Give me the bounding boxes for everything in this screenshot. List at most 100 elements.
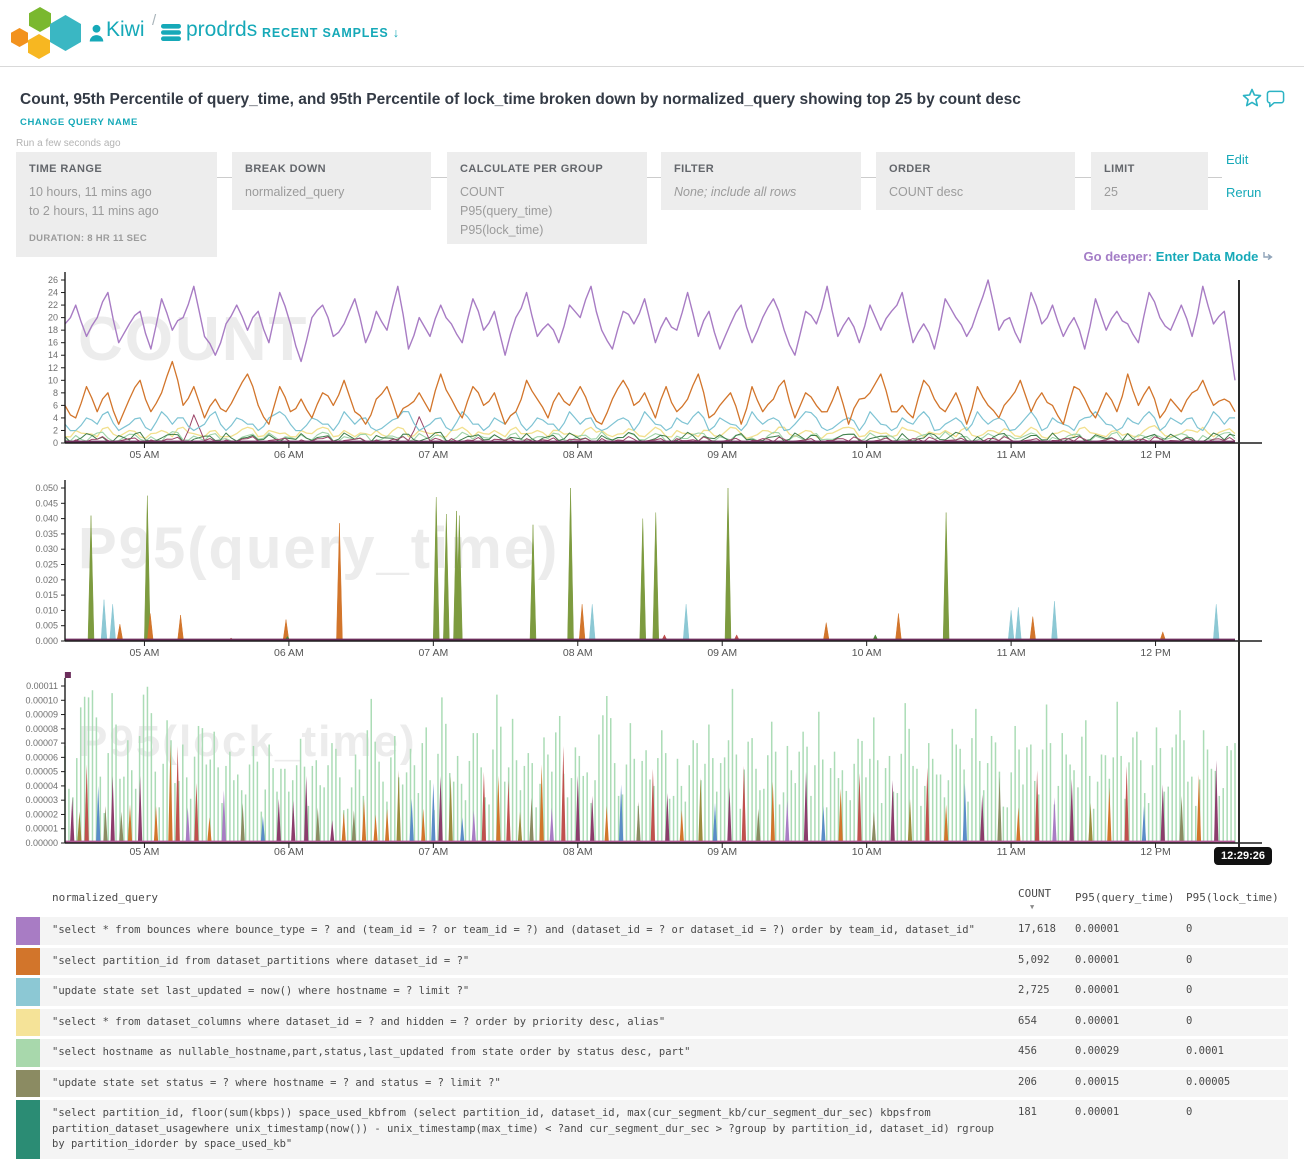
normalized-query-cell: "select hostname as nullable_hostname,pa… [52, 1039, 1004, 1067]
x-tick-label: 07 AM [418, 846, 448, 858]
y-tick-label: 0.00005 [25, 767, 58, 777]
edit-link[interactable]: Edit [1226, 152, 1248, 167]
spike [895, 613, 901, 641]
results-table: normalized_query COUNT ▼ P95(query_time)… [16, 878, 1288, 1162]
count-cell: 206 [1018, 1076, 1037, 1088]
chart-p95-lock-time[interactable]: P95(lock_time)0.000000.000010.000020.000… [0, 666, 1304, 876]
x-tick-label: 09 AM [707, 647, 737, 659]
y-tick-label: 14 [48, 350, 58, 360]
spike [683, 604, 689, 641]
count-cell: 654 [1018, 1015, 1037, 1027]
x-tick-label: 06 AM [274, 449, 304, 461]
filter-value: None; include all rows [674, 183, 848, 202]
x-tick-label: 08 AM [563, 449, 593, 461]
series-point-marker [65, 672, 71, 678]
spike [472, 810, 476, 843]
dataset-name[interactable]: prodrds [186, 18, 257, 42]
crosshair [1238, 280, 1240, 860]
spike [550, 807, 554, 843]
comment-icon[interactable] [1266, 89, 1285, 108]
star-icon[interactable] [1242, 88, 1262, 108]
spike [138, 776, 142, 843]
y-tick-label: 0.040 [35, 514, 58, 524]
table-row[interactable]: "select * from bounces where bounce_type… [16, 917, 1288, 945]
spike [330, 820, 334, 843]
spike [568, 488, 574, 641]
count-cell: 181 [1018, 1106, 1037, 1118]
spike [529, 797, 533, 843]
filter-box[interactable]: FILTER None; include all rows [661, 152, 861, 210]
spike [506, 780, 510, 843]
chart-count[interactable]: COUNT0246810121416182022242605 AM06 AM07… [0, 268, 1304, 470]
chart-p95-query-time[interactable]: P95(query_time)0.0000.0050.0100.0150.020… [0, 470, 1304, 670]
table-body: "select * from bounces where bounce_type… [16, 917, 1288, 1162]
y-tick-label: 6 [53, 400, 58, 410]
col-count[interactable]: COUNT [1018, 887, 1051, 900]
count-cell: 17,618 [1018, 923, 1056, 935]
break-down-box[interactable]: BREAK DOWN normalized_query [232, 152, 431, 210]
calc-p95-query-time: P95(query_time) [460, 202, 634, 221]
y-tick-label: 0.00001 [25, 824, 58, 834]
spike [1142, 806, 1146, 843]
p95-lock-time-cell: 0 [1186, 1106, 1192, 1118]
spike [460, 817, 464, 843]
y-tick-label: 8 [53, 388, 58, 398]
col-p95-query-time[interactable]: P95(query_time) [1075, 891, 1174, 904]
box-connector [861, 177, 876, 178]
y-tick-label: 0.00009 [25, 710, 58, 720]
y-tick-label: 24 [48, 288, 58, 298]
y-tick-label: 10 [48, 375, 58, 385]
page: Kiwi / prodrds RECENT SAMPLES ↓ Count, 9… [0, 0, 1304, 1162]
time-range-box[interactable]: TIME RANGE 10 hours, 11 mins ago to 2 ho… [16, 152, 217, 257]
spike [342, 812, 346, 843]
order-label: ORDER [889, 163, 1062, 175]
break-down-value: normalized_query [245, 183, 418, 202]
series-color-swatch [16, 978, 40, 1006]
y-tick-label: 0.005 [35, 621, 58, 631]
table-row[interactable]: "update state set last_updated = now() w… [16, 978, 1288, 1006]
spike [431, 783, 435, 843]
spike [396, 770, 400, 843]
y-tick-label: 12 [48, 363, 58, 373]
calculate-label: CALCULATE PER GROUP [460, 163, 634, 175]
count-cell: 5,092 [1018, 954, 1050, 966]
sort-desc-icon: ▼ [1030, 903, 1034, 911]
spike [1107, 787, 1111, 843]
table-row[interactable]: "select hostname as nullable_hostname,pa… [16, 1039, 1288, 1067]
spike [362, 799, 366, 843]
p95-query-time-cell: 0.00001 [1075, 984, 1119, 996]
spike [890, 780, 894, 843]
table-row[interactable]: "select partition_id, floor(sum(kbps)) s… [16, 1100, 1288, 1159]
query-title: Count, 95th Percentile of query_time, an… [20, 91, 1200, 109]
table-row[interactable]: "select partition_id from dataset_partit… [16, 948, 1288, 976]
spike [1016, 807, 1020, 843]
y-tick-label: 0.00002 [25, 809, 58, 819]
y-tick-label: 0.00011 [26, 681, 58, 691]
change-query-name-link[interactable]: CHANGE QUERY NAME [20, 117, 138, 128]
spike [70, 797, 74, 843]
team-name[interactable]: Kiwi [106, 18, 145, 42]
x-tick-label: 05 AM [130, 449, 160, 461]
limit-box[interactable]: LIMIT 25 [1091, 152, 1208, 210]
order-value: COUNT desc [889, 183, 1062, 202]
time-range-duration: DURATION: 8 HR 11 SEC [29, 233, 204, 244]
normalized-query-cell: "select * from bounces where bounce_type… [52, 917, 1004, 945]
spike [742, 766, 746, 843]
time-range-to: to 2 hours, 11 mins ago [29, 202, 204, 221]
col-p95-lock-time[interactable]: P95(lock_time) [1186, 891, 1279, 904]
recent-samples-button[interactable]: RECENT SAMPLES ↓ [262, 26, 400, 40]
x-tick-label: 07 AM [418, 449, 448, 461]
order-box[interactable]: ORDER COUNT desc [876, 152, 1075, 210]
calculate-per-group-box[interactable]: CALCULATE PER GROUP COUNT P95(query_time… [447, 152, 647, 244]
limit-label: LIMIT [1104, 163, 1195, 175]
p95-lock-time-cell: 0 [1186, 984, 1192, 996]
chart-watermark: P95(query_time) [78, 516, 559, 581]
rerun-link[interactable]: Rerun [1226, 185, 1261, 200]
logo-hex-orange [11, 28, 28, 47]
spike [101, 600, 107, 641]
enter-data-mode-link[interactable]: Go deeper: Enter Data Mode [1084, 249, 1274, 264]
logo-hex-yellow [28, 34, 50, 59]
table-row[interactable]: "select * from dataset_columns where dat… [16, 1009, 1288, 1037]
table-row[interactable]: "update state set status = ? where hostn… [16, 1070, 1288, 1098]
series-color-swatch [16, 1070, 40, 1098]
